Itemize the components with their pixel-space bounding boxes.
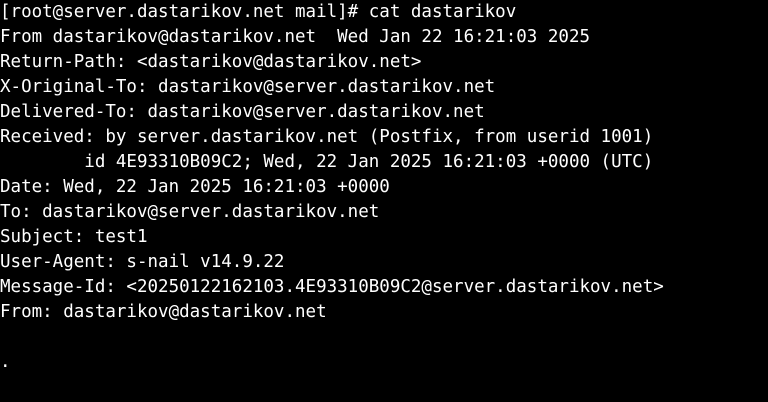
prompt-line: [root@server.dastarikov.net mail]# cat d… [0, 2, 517, 22]
header-received-continuation: id 4E93310B09C2; Wed, 22 Jan 2025 16:21:… [0, 152, 654, 172]
header-received: Received: by server.dastarikov.net (Post… [0, 127, 654, 147]
header-subject: Subject: test1 [0, 227, 148, 247]
mbox-from-line: From dastarikov@dastarikov.net Wed Jan 2… [0, 27, 591, 47]
terminal-output: [root@server.dastarikov.net mail]# cat d… [0, 0, 664, 375]
header-delivered-to: Delivered-To: dastarikov@server.dastarik… [0, 102, 485, 122]
header-user-agent: User-Agent: s-nail v14.9.22 [0, 252, 285, 272]
body-dot-line: . [0, 352, 11, 372]
terminal-window[interactable]: [root@server.dastarikov.net mail]# cat d… [0, 0, 768, 402]
header-return-path: Return-Path: <dastarikov@dastarikov.net> [0, 52, 422, 72]
header-from: From: dastarikov@dastarikov.net [0, 302, 327, 322]
header-message-id: Message-Id: <20250122162103.4E93310B09C2… [0, 277, 664, 297]
header-to: To: dastarikov@server.dastarikov.net [0, 202, 380, 222]
header-date: Date: Wed, 22 Jan 2025 16:21:03 +0000 [0, 177, 390, 197]
header-x-original-to: X-Original-To: dastarikov@server.dastari… [0, 77, 496, 97]
